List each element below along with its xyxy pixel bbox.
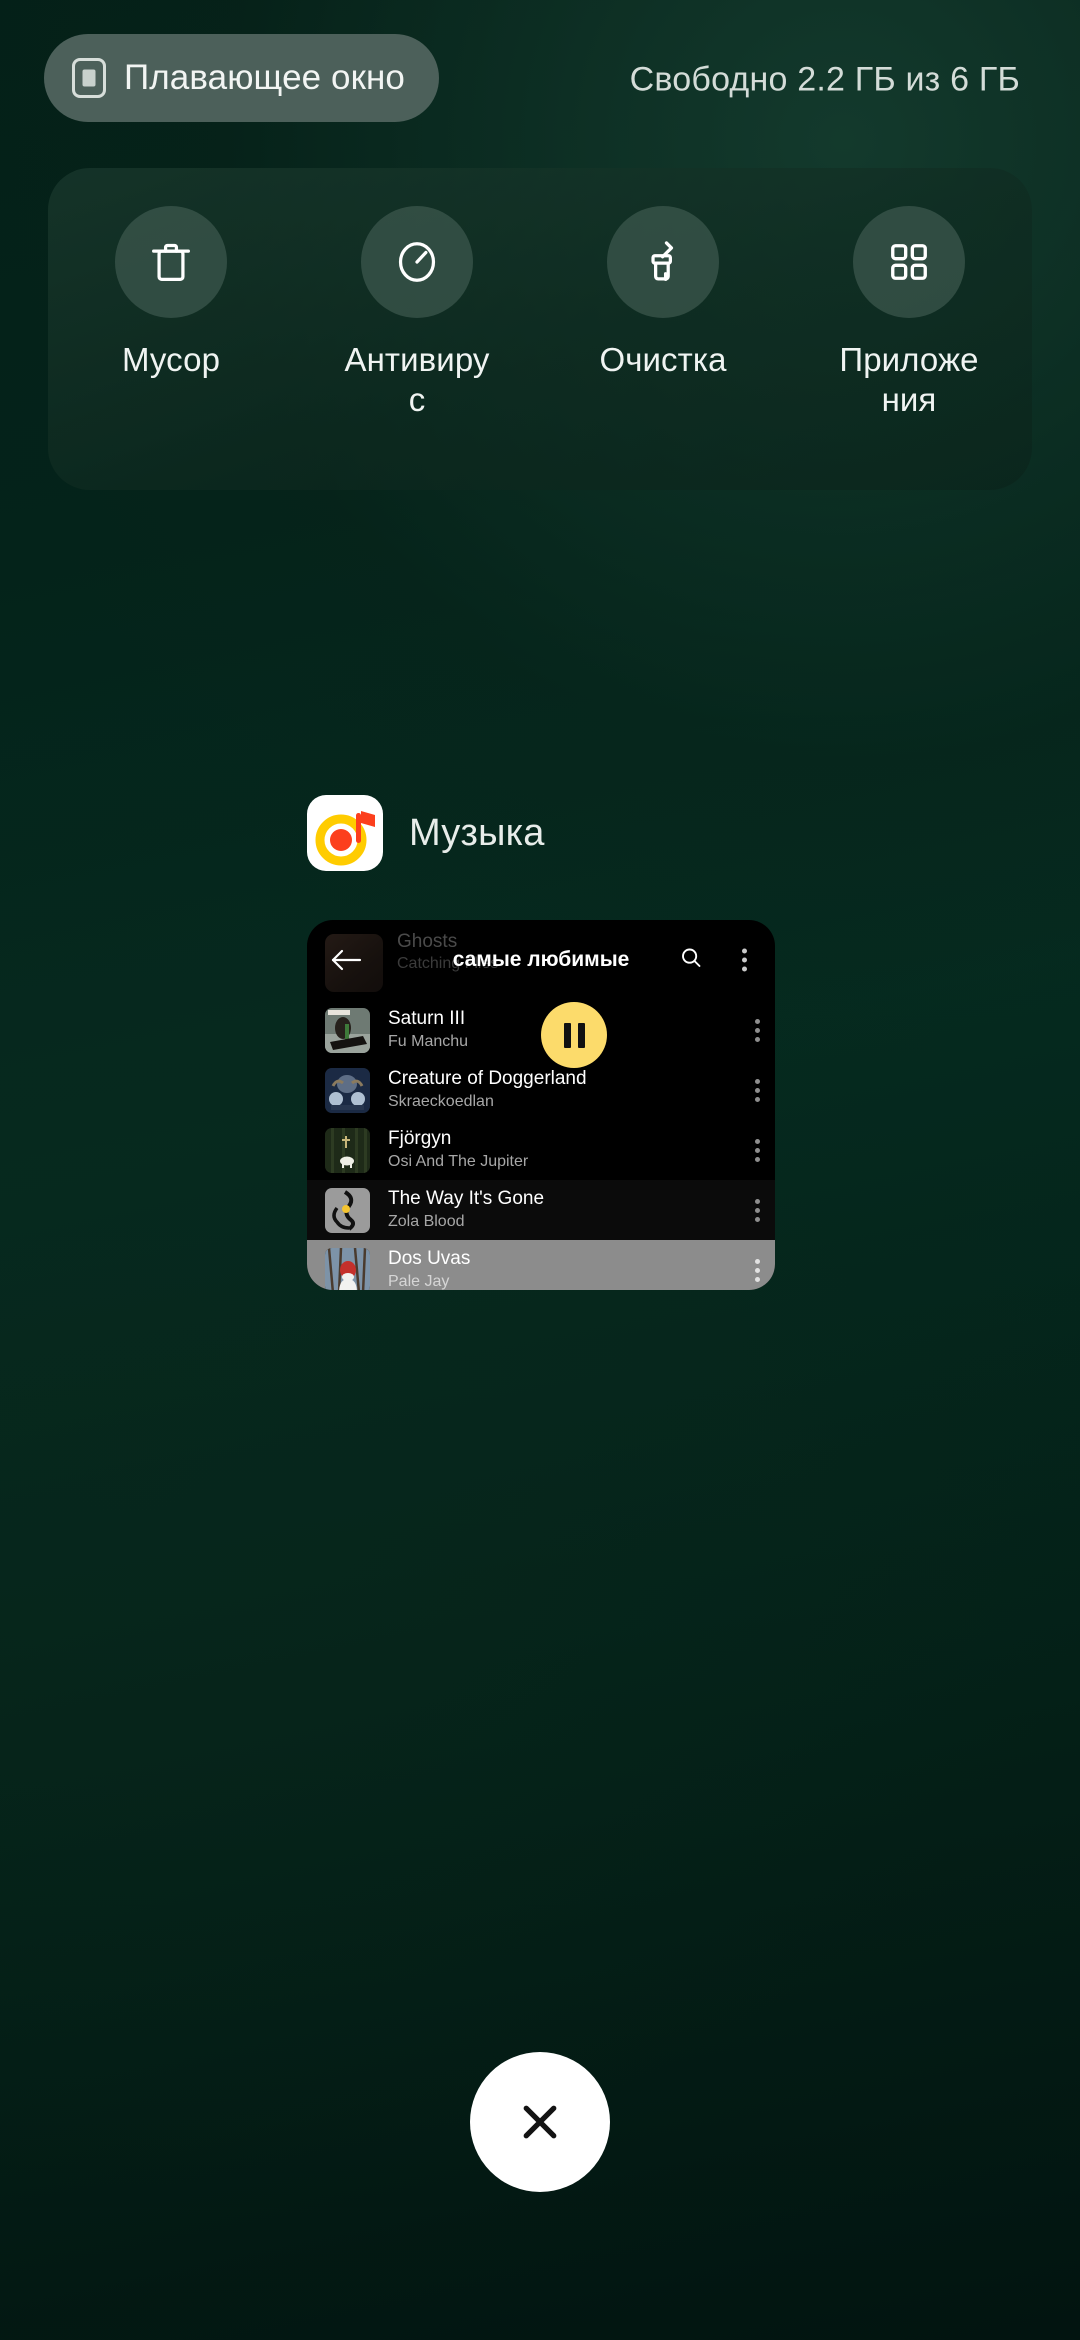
track-artist: Osi And The Jupiter	[388, 1153, 529, 1171]
app-card-title: Музыка	[409, 811, 545, 854]
quick-action-antivirus[interactable]: Антивирус	[294, 206, 540, 421]
overflow-menu-icon[interactable]	[742, 948, 747, 972]
speedometer-icon	[398, 242, 436, 282]
album-art	[325, 1187, 370, 1233]
pause-button[interactable]	[541, 1002, 607, 1068]
track-title: The Way It's Gone	[388, 1187, 545, 1209]
quick-action-apps-label: Приложения	[839, 341, 979, 419]
track-overflow-icon[interactable]	[739, 1258, 775, 1282]
track-row[interactable]: Creature of Doggerland Skraeckoedlan	[307, 1060, 775, 1120]
quick-actions-grid: Мусор Антивирус Очистка Приложения	[48, 206, 1032, 421]
track-text: Dos Uvas Pale Jay	[388, 1248, 739, 1290]
track-overflow-icon[interactable]	[739, 1018, 775, 1042]
app-card-header[interactable]: Музыка	[307, 795, 545, 871]
quick-action-trash[interactable]: Мусор	[48, 206, 294, 380]
album-art	[325, 1127, 370, 1173]
back-arrow-icon[interactable]	[329, 947, 363, 973]
close-all-button[interactable]	[470, 2052, 610, 2192]
track-text: Creature of Doggerland Skraeckoedlan	[388, 1068, 739, 1113]
grid-apps-icon	[891, 244, 927, 280]
track-artist: Zola Blood	[388, 1213, 465, 1231]
trash-icon	[152, 243, 190, 281]
track-overflow-icon[interactable]	[739, 1138, 775, 1162]
track-row[interactable]: Fjörgyn Osi And The Jupiter	[307, 1120, 775, 1180]
album-art	[325, 1067, 370, 1113]
track-title: Creature of Doggerland	[388, 1067, 587, 1089]
yandex-music-glyph	[315, 811, 375, 866]
art-way	[325, 1187, 370, 1233]
track-artist: Skraeckoedlan	[388, 1093, 494, 1111]
recents-screen: Плавающее окно Свободно 2.2 ГБ из 6 ГБ М…	[0, 0, 1080, 2340]
music-toolbar: Ghosts Catching Flies самые любимые	[307, 920, 775, 1000]
track-overflow-icon[interactable]	[739, 1078, 775, 1102]
track-text: The Way It's Gone Zola Blood	[388, 1188, 739, 1233]
track-row-selected[interactable]: Dos Uvas Pale Jay	[307, 1240, 775, 1290]
quick-action-trash-label: Мусор	[121, 341, 221, 378]
speedometer-icon-circle	[361, 206, 473, 318]
floating-window-icon	[72, 58, 106, 98]
track-text: Fjörgyn Osi And The Jupiter	[388, 1128, 739, 1173]
art-dosuvas	[325, 1247, 370, 1290]
grid-apps-icon-circle	[853, 206, 965, 318]
pause-icon-bar-left	[563, 1022, 571, 1048]
album-art	[325, 1007, 370, 1053]
track-title: Dos Uvas	[388, 1247, 471, 1269]
trash-icon-circle	[115, 206, 227, 318]
top-bar: Плавающее окно Свободно 2.2 ГБ из 6 ГБ	[0, 34, 1080, 126]
floating-window-button[interactable]: Плавающее окно	[44, 34, 439, 122]
app-preview-card[interactable]: Ghosts Catching Flies самые любимые Satu…	[307, 920, 775, 1290]
memory-status-text: Свободно 2.2 ГБ из 6 ГБ	[629, 60, 1020, 99]
music-app-screen: Ghosts Catching Flies самые любимые Satu…	[307, 920, 775, 1290]
quick-actions-panel: Мусор Антивирус Очистка Приложения	[48, 168, 1032, 490]
art-saturn	[325, 1007, 370, 1053]
track-title: Fjörgyn	[388, 1127, 452, 1149]
close-icon	[523, 2105, 557, 2139]
brush-icon-circle	[607, 206, 719, 318]
track-artist: Pale Jay	[388, 1273, 450, 1290]
pause-icon-bar-right	[577, 1022, 585, 1048]
track-row[interactable]: The Way It's Gone Zola Blood	[307, 1180, 775, 1240]
search-icon[interactable]	[679, 946, 703, 975]
track-list[interactable]: Saturn III Fu Manchu Creature of Doggerl…	[307, 1000, 775, 1290]
yandex-music-icon	[307, 795, 383, 871]
quick-action-apps[interactable]: Приложения	[786, 206, 1032, 421]
quick-action-cleanup[interactable]: Очистка	[540, 206, 786, 380]
brush-icon	[651, 241, 674, 281]
quick-action-antivirus-label: Антивирус	[344, 341, 490, 419]
playlist-title: самые любимые	[452, 948, 630, 971]
track-overflow-icon[interactable]	[739, 1198, 775, 1222]
art-creature	[325, 1067, 370, 1113]
quick-action-cleanup-label: Очистка	[599, 341, 727, 378]
floating-window-label: Плавающее окно	[124, 58, 405, 97]
album-art	[325, 1247, 370, 1290]
art-fjorgyn	[325, 1127, 370, 1173]
